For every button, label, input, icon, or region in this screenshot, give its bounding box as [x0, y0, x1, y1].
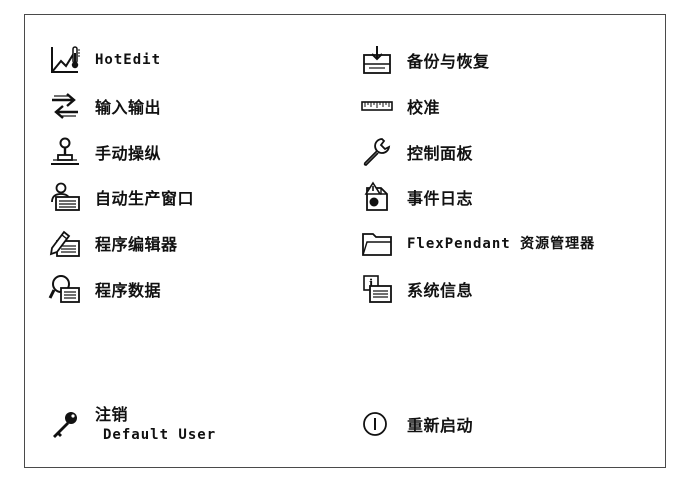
folder-icon — [359, 227, 395, 259]
menu-item-label: 控制面板 — [407, 144, 474, 163]
calibration-ruler-icon — [359, 90, 395, 122]
event-log-icon — [359, 181, 395, 213]
io-arrows-icon — [47, 90, 83, 122]
backup-restore-icon — [359, 44, 395, 76]
menu-item-label: 程序数据 — [95, 281, 162, 300]
auto-production-icon — [47, 181, 83, 213]
logout-text: 注销 Default User — [95, 405, 216, 445]
menu-item-event-log[interactable]: 事件日志 — [359, 180, 473, 214]
key-icon — [47, 409, 83, 441]
logout-label: 注销 — [95, 405, 129, 424]
menu-item-program-data[interactable]: 程序数据 — [47, 272, 161, 306]
menu-item-label: 备份与恢复 — [407, 52, 490, 71]
hotedit-icon — [47, 44, 83, 76]
menu-item-label: 手动操纵 — [95, 144, 162, 163]
joystick-icon — [47, 136, 83, 168]
menu-item-label: 输入输出 — [95, 98, 162, 117]
menu-item-program-editor[interactable]: 程序编辑器 — [47, 226, 178, 260]
menu-item-label: 事件日志 — [407, 189, 474, 208]
restart-button[interactable]: 重新启动 — [359, 407, 473, 441]
logout-button[interactable]: 注销 Default User — [47, 403, 216, 447]
program-data-icon — [47, 273, 83, 305]
menu-item-backup-restore[interactable]: 备份与恢复 — [359, 43, 490, 77]
menu-item-label: 校准 — [407, 98, 441, 117]
current-user-name: Default User — [103, 427, 217, 443]
menu-item-control-panel[interactable]: 控制面板 — [359, 135, 473, 169]
menu-item-flexpendant-explorer[interactable]: FlexPendant 资源管理器 — [359, 226, 595, 260]
menu-item-label: HotEdit — [95, 52, 162, 68]
menu-item-label: 程序编辑器 — [95, 235, 178, 254]
menu-item-label: 系统信息 — [407, 281, 474, 300]
menu-item-label: FlexPendant 资源管理器 — [407, 236, 596, 252]
system-info-icon: i — [359, 273, 395, 305]
main-menu-panel: HotEdit 输入输出 手动操纵 自动生产窗口 程序编辑器 程序数据 备份与恢… — [24, 14, 666, 468]
menu-item-production-window[interactable]: 自动生产窗口 — [47, 180, 194, 214]
wrench-icon — [359, 136, 395, 168]
menu-item-label: 重新启动 — [407, 416, 474, 435]
menu-item-system-info[interactable]: i 系统信息 — [359, 272, 473, 306]
menu-item-label: 自动生产窗口 — [95, 189, 195, 208]
menu-item-hotedit[interactable]: HotEdit — [47, 43, 161, 77]
menu-item-calibration[interactable]: 校准 — [359, 89, 440, 123]
menu-item-io[interactable]: 输入输出 — [47, 89, 161, 123]
power-icon — [359, 408, 395, 440]
menu-item-jogging[interactable]: 手动操纵 — [47, 135, 161, 169]
program-editor-icon — [47, 227, 83, 259]
